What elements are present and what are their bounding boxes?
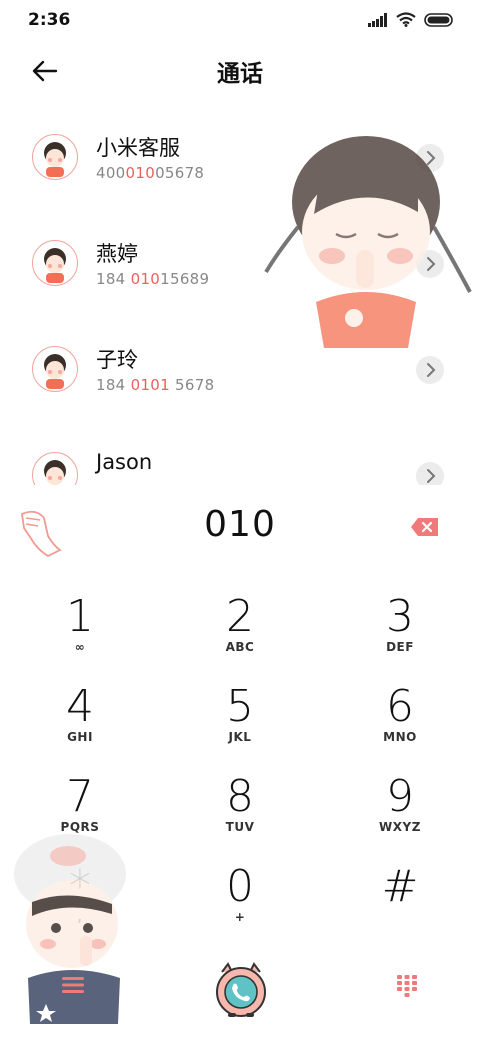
app-header: 通话: [0, 40, 480, 100]
contact-name: 燕婷: [96, 242, 138, 266]
key-0[interactable]: 0 +: [160, 860, 320, 950]
key-digit: #: [381, 861, 419, 912]
signal-icon: [368, 12, 387, 27]
key-letters: GHI: [67, 730, 93, 744]
key-2[interactable]: 2 ABC: [160, 590, 320, 680]
contact-name: 小米客服: [96, 136, 180, 160]
wifi-icon: [396, 12, 416, 27]
dial-number-row: 010: [0, 500, 480, 560]
number-part: 15689: [160, 270, 210, 288]
key-letters: DEF: [386, 640, 414, 654]
number-part: 184: [96, 270, 131, 288]
status-icons: [368, 12, 454, 27]
key-digit: 9: [386, 771, 414, 822]
key-digit: 7: [66, 771, 94, 822]
contact-number: 40001005678: [96, 164, 204, 182]
number-part: 05678: [155, 164, 205, 182]
key-digit: 6: [386, 681, 414, 732]
key-hash[interactable]: #: [320, 860, 480, 950]
key-6[interactable]: 6 MNO: [320, 680, 480, 770]
status-time: 2:36: [28, 10, 71, 30]
key-letters: TUV: [225, 820, 255, 834]
number-match: 010: [130, 270, 161, 288]
key-digit: 0: [226, 861, 254, 912]
key-digit: 2: [226, 591, 254, 642]
avatar: [32, 240, 78, 286]
dialed-number: 010: [204, 504, 276, 545]
avatar: [32, 452, 78, 485]
key-digit: 1: [66, 591, 94, 642]
chevron-right-icon[interactable]: [416, 356, 444, 384]
key-5[interactable]: 5 JKL: [160, 680, 320, 770]
number-match: 010: [125, 164, 156, 182]
avatar: [32, 346, 78, 392]
key-3[interactable]: 3 DEF: [320, 590, 480, 680]
number-part: 400: [96, 164, 126, 182]
number-match: 0101: [130, 376, 170, 394]
page-title: 通话: [217, 61, 263, 87]
status-bar: 2:36: [0, 0, 480, 40]
bottom-action-bar: [0, 950, 480, 1030]
contact-name: Jason: [96, 450, 153, 474]
key-letters: MNO: [383, 730, 417, 744]
girl-sticker-illustration: [264, 136, 472, 348]
key-1[interactable]: 1 ∞: [0, 590, 160, 680]
contact-row[interactable]: Jason: [0, 428, 480, 485]
battery-icon: [424, 12, 453, 27]
contact-number: 184 0101 5678: [96, 376, 214, 394]
voicemail-icon: ∞: [74, 640, 86, 654]
menu-icon[interactable]: [62, 976, 84, 994]
key-letters: ABC: [225, 640, 255, 654]
number-part: 184: [96, 376, 131, 394]
avatar: [32, 134, 78, 180]
key-letters: WXYZ: [379, 820, 421, 834]
key-4[interactable]: 4 GHI: [0, 680, 160, 770]
key-letters: +: [234, 910, 246, 924]
dialpad-grid-icon[interactable]: [396, 974, 418, 998]
chevron-right-icon[interactable]: [416, 462, 444, 485]
call-button-icon[interactable]: [214, 962, 268, 1018]
number-part: 5678: [169, 376, 215, 394]
key-digit: 4: [66, 681, 94, 732]
key-8[interactable]: 8 TUV: [160, 770, 320, 860]
backspace-icon[interactable]: [410, 516, 440, 538]
key-digit: 3: [386, 591, 414, 642]
key-letters: JKL: [228, 730, 252, 744]
key-digit: 8: [226, 771, 254, 822]
contact-name: 子玲: [96, 348, 138, 372]
contact-number: 184 01015689: [96, 270, 209, 288]
key-9[interactable]: 9 WXYZ: [320, 770, 480, 860]
key-digit: 5: [226, 681, 254, 732]
